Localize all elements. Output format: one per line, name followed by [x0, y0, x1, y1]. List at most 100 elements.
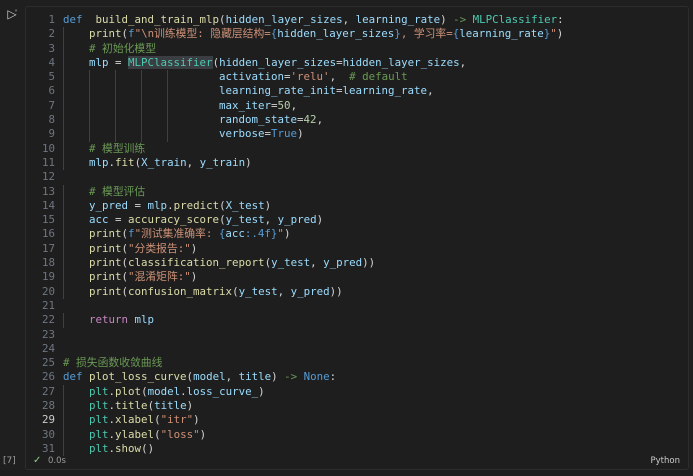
- line-number: 26: [41, 370, 55, 384]
- code-token: y_test: [225, 213, 265, 227]
- code-line[interactable]: 23: [26, 328, 688, 342]
- line-number: 30: [41, 427, 55, 441]
- line-number: 14: [41, 198, 55, 212]
- code-line[interactable]: 28 plt.title(title): [26, 399, 688, 414]
- code-line[interactable]: 3 # 初始化模型: [26, 41, 688, 56]
- code-token: y_test: [238, 284, 278, 298]
- code-line[interactable]: 7 max_iter=50,: [26, 98, 688, 114]
- code-line[interactable]: 29 plt.xlabel("itr"): [26, 413, 688, 428]
- code-line[interactable]: 9 verbose=True): [26, 127, 688, 142]
- code-line[interactable]: 1 def build_and_train_mlp(hidden_layer_si…: [26, 13, 688, 27]
- code-line[interactable]: 14 y_pred = mlp.predict(X_test): [26, 198, 688, 214]
- code-token: "测试集准确率:: [134, 227, 219, 241]
- code-line[interactable]: 22 return mlp: [26, 313, 688, 328]
- code-text: # 损失函数收敛曲线: [63, 356, 162, 370]
- code-token: print: [89, 256, 122, 270]
- code-line[interactable]: 12: [26, 170, 688, 184]
- code-token: =: [108, 213, 129, 227]
- code-token: show: [115, 441, 142, 455]
- line-number: 16: [41, 227, 55, 241]
- code-token: ): [297, 127, 304, 141]
- code-token: ,: [459, 55, 467, 69]
- code-line[interactable]: 27 plt.plot(model.loss_curve_): [26, 384, 688, 400]
- code-line[interactable]: 13 # 模型评估: [26, 184, 688, 199]
- line-number: 19: [41, 270, 55, 284]
- code-text: print("分类报告:"): [63, 242, 197, 256]
- code-line[interactable]: 18 print(classification_report(y_test, y…: [26, 256, 688, 271]
- execution-time: 0.0s: [48, 456, 66, 466]
- code-text: random_state=42,: [63, 113, 323, 127]
- code-cell[interactable]: 1 def build_and_train_mlp(hidden_layer_si…: [25, 6, 689, 470]
- code-text: plt.plot(model.loss_curve_): [63, 385, 265, 399]
- code-token: plot_loss_curve: [89, 370, 187, 384]
- code-line[interactable]: 11 mlp.fit(X_train, y_train): [26, 155, 688, 171]
- code-line[interactable]: 24: [26, 342, 688, 356]
- code-text: print(confusion_matrix(y_test, y_pred)): [63, 285, 343, 299]
- code-line[interactable]: 17 print("分类报告:"): [26, 241, 688, 257]
- code-token: def: [63, 13, 83, 26]
- code-token: ->: [453, 13, 467, 26]
- line-number: 25: [41, 356, 55, 370]
- code-token: ): [245, 155, 252, 169]
- line-number: 28: [41, 399, 55, 413]
- code-token: y_pred: [89, 198, 129, 212]
- code-token: ,: [277, 284, 291, 298]
- code-token: predict: [173, 198, 220, 212]
- code-line[interactable]: 2 print(f"\n训练模型: 隐藏层结构={hidden_layer_si…: [26, 27, 688, 42]
- code-line[interactable]: 5 activation='relu', # default: [26, 70, 688, 85]
- code-line[interactable]: 4 mlp = MLPClassifier(hidden_layer_sizes…: [26, 55, 688, 71]
- line-number: 12: [41, 170, 55, 184]
- code-token: hidden_layer_sizes: [225, 13, 343, 26]
- code-token: fit: [115, 155, 135, 169]
- code-token: ->: [284, 370, 298, 384]
- code-line[interactable]: 15 acc = accuracy_score(y_test, y_pred): [26, 213, 688, 228]
- code-line[interactable]: 26 def plot_loss_curve(model, title) -> N…: [26, 370, 688, 384]
- code-token: # 初始化模型: [89, 41, 157, 55]
- code-text: acc = accuracy_score(y_test, y_pred): [63, 213, 323, 227]
- code-line[interactable]: 6 learning_rate_init=learning_rate,: [26, 84, 688, 99]
- line-number: 6: [48, 84, 55, 98]
- code-token: y_pred: [290, 284, 330, 298]
- cell-language[interactable]: Python: [651, 456, 680, 466]
- code-line[interactable]: 8 random_state=42,: [26, 113, 688, 128]
- code-token: learning_rate_init: [219, 84, 337, 98]
- code-token: ): [258, 384, 265, 398]
- code-token: y_pred: [323, 256, 363, 270]
- line-number: 10: [41, 141, 55, 155]
- code-token: ): [190, 241, 198, 255]
- code-text: print(classification_report(y_test, y_pr…: [63, 256, 375, 270]
- code-token: hidden_layer_sizes: [342, 55, 460, 69]
- code-token: def: [63, 370, 83, 384]
- code-text: print(f"\n训练模型: 隐藏层结构={hidden_layer_size…: [63, 27, 563, 41]
- line-number: 20: [41, 284, 55, 298]
- code-line[interactable]: 25 # 损失函数收敛曲线: [26, 356, 688, 370]
- code-line[interactable]: 16 print(f"测试集准确率: {acc:.4f}"): [26, 227, 688, 242]
- code-token: X_test: [225, 198, 265, 212]
- code-line[interactable]: 20 print(confusion_matrix(y_test, y_pred…: [26, 284, 688, 299]
- code-line[interactable]: 19 print("混淆矩阵:"): [26, 270, 688, 285]
- line-number: 29: [41, 413, 55, 427]
- code-token: MLPClassifier: [472, 13, 558, 26]
- code-token: True: [271, 127, 298, 141]
- line-number: 13: [41, 184, 55, 198]
- code-token: plt: [89, 384, 109, 398]
- code-token: model: [193, 370, 226, 384]
- run-options-chevron-icon[interactable]: ˅: [14, 6, 24, 22]
- code-line[interactable]: 21: [26, 299, 688, 313]
- code-token: learning_rate: [355, 13, 441, 26]
- code-line[interactable]: 30 plt.ylabel("loss"): [26, 427, 688, 442]
- code-token: ,: [316, 113, 324, 127]
- code-line[interactable]: 10 # 模型训练: [26, 141, 688, 156]
- code-editor[interactable]: 1 def build_and_train_mlp(hidden_layer_si…: [26, 13, 688, 457]
